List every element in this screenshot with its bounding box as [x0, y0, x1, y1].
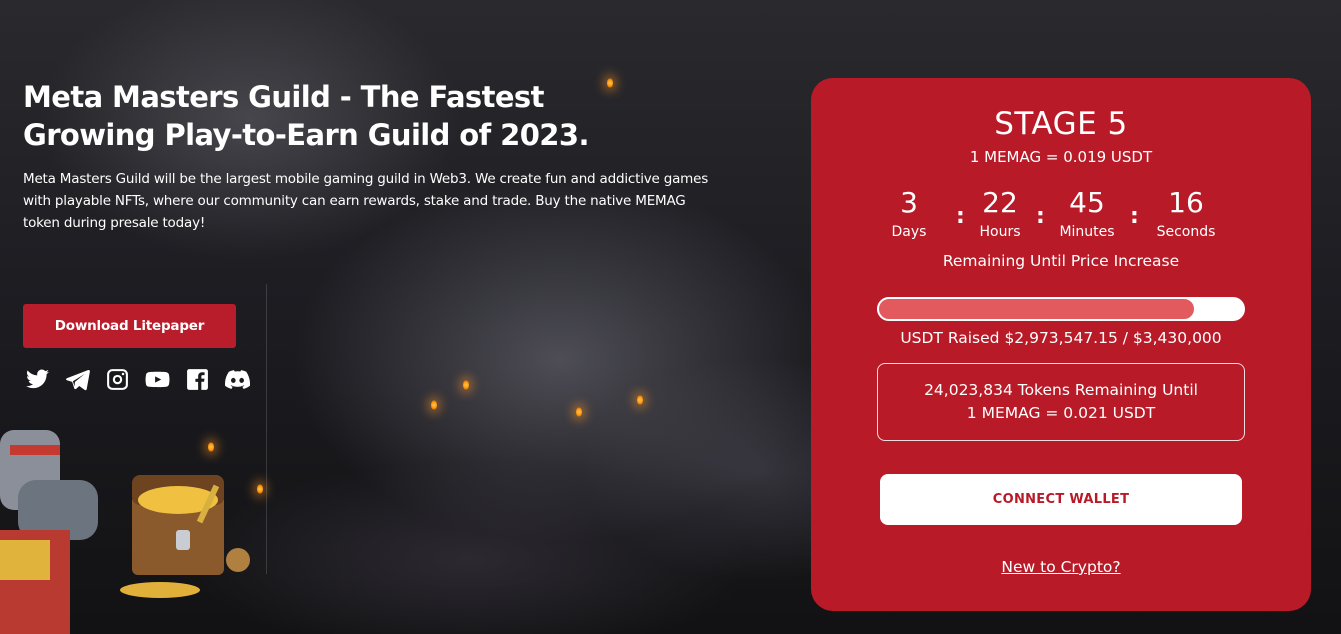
raised-amount: USDT Raised $2,973,547.15 / $3,430,000	[900, 329, 1222, 347]
hero-title: Meta Masters Guild - The Fastest Growing…	[23, 78, 723, 154]
countdown-separator: :	[1130, 204, 1139, 229]
torch-light	[637, 395, 643, 405]
countdown-minutes: 45 Minutes	[1052, 186, 1122, 244]
discord-icon[interactable]	[225, 367, 250, 392]
tokens-remaining-box: 24,023,834 Tokens Remaining Until 1 MEMA…	[877, 363, 1245, 441]
instagram-icon[interactable]	[105, 367, 130, 392]
new-to-crypto-link[interactable]: New to Crypto?	[811, 558, 1311, 576]
seconds-label: Seconds	[1156, 224, 1216, 240]
minutes-label: Minutes	[1059, 224, 1115, 240]
download-litepaper-button[interactable]: Download Litepaper	[23, 304, 236, 348]
hero-title-line1: Meta Masters Guild - The Fastest	[23, 80, 544, 114]
treasure-character-illustration	[0, 430, 250, 634]
torch-light	[463, 380, 469, 390]
hours-label: Hours	[979, 224, 1021, 240]
countdown-days: 3 Days	[886, 186, 932, 244]
hero-section: Meta Masters Guild - The Fastest Growing…	[23, 78, 723, 234]
countdown-separator: :	[956, 204, 965, 229]
robot-stripe	[10, 445, 60, 455]
torch-light	[431, 400, 437, 410]
countdown-seconds: 16 Seconds	[1148, 186, 1224, 244]
hours-value: 22	[982, 186, 1018, 219]
coin-pile	[120, 582, 200, 598]
hero-title-line2: Growing Play-to-Earn Guild of 2023.	[23, 118, 589, 152]
tokens-remaining-line1: 24,023,834 Tokens Remaining Until	[924, 381, 1198, 399]
current-price: 1 MEMAG = 0.019 USDT	[969, 148, 1153, 166]
countdown: 3 Days : 22 Hours : 45 Minutes : 16 Seco…	[892, 186, 1226, 256]
connect-wallet-button[interactable]: CONNECT WALLET	[880, 474, 1242, 525]
days-value: 3	[900, 186, 918, 219]
presale-card: STAGE 5 1 MEMAG = 0.019 USDT 3 Days : 22…	[811, 78, 1311, 611]
countdown-hours: 22 Hours	[970, 186, 1030, 244]
telegram-icon[interactable]	[65, 367, 90, 392]
seconds-value: 16	[1168, 186, 1204, 219]
stage-title: STAGE 5	[994, 106, 1128, 142]
social-links	[25, 367, 250, 392]
twitter-icon[interactable]	[25, 367, 50, 392]
progress-fill	[877, 297, 1197, 321]
tokens-remaining-line2: 1 MEMAG = 0.021 USDT	[966, 404, 1156, 422]
torch-light	[576, 407, 582, 417]
robot-armor	[0, 540, 50, 580]
hero-description: Meta Masters Guild will be the largest m…	[23, 171, 709, 231]
countdown-separator: :	[1036, 204, 1045, 229]
presale-progress-bar	[877, 297, 1245, 321]
remaining-text: Remaining Until Price Increase	[942, 252, 1180, 270]
bag	[226, 548, 250, 572]
youtube-icon[interactable]	[145, 367, 170, 392]
padlock	[176, 530, 190, 550]
days-label: Days	[891, 224, 927, 240]
minutes-value: 45	[1069, 186, 1105, 219]
facebook-icon[interactable]	[185, 367, 210, 392]
